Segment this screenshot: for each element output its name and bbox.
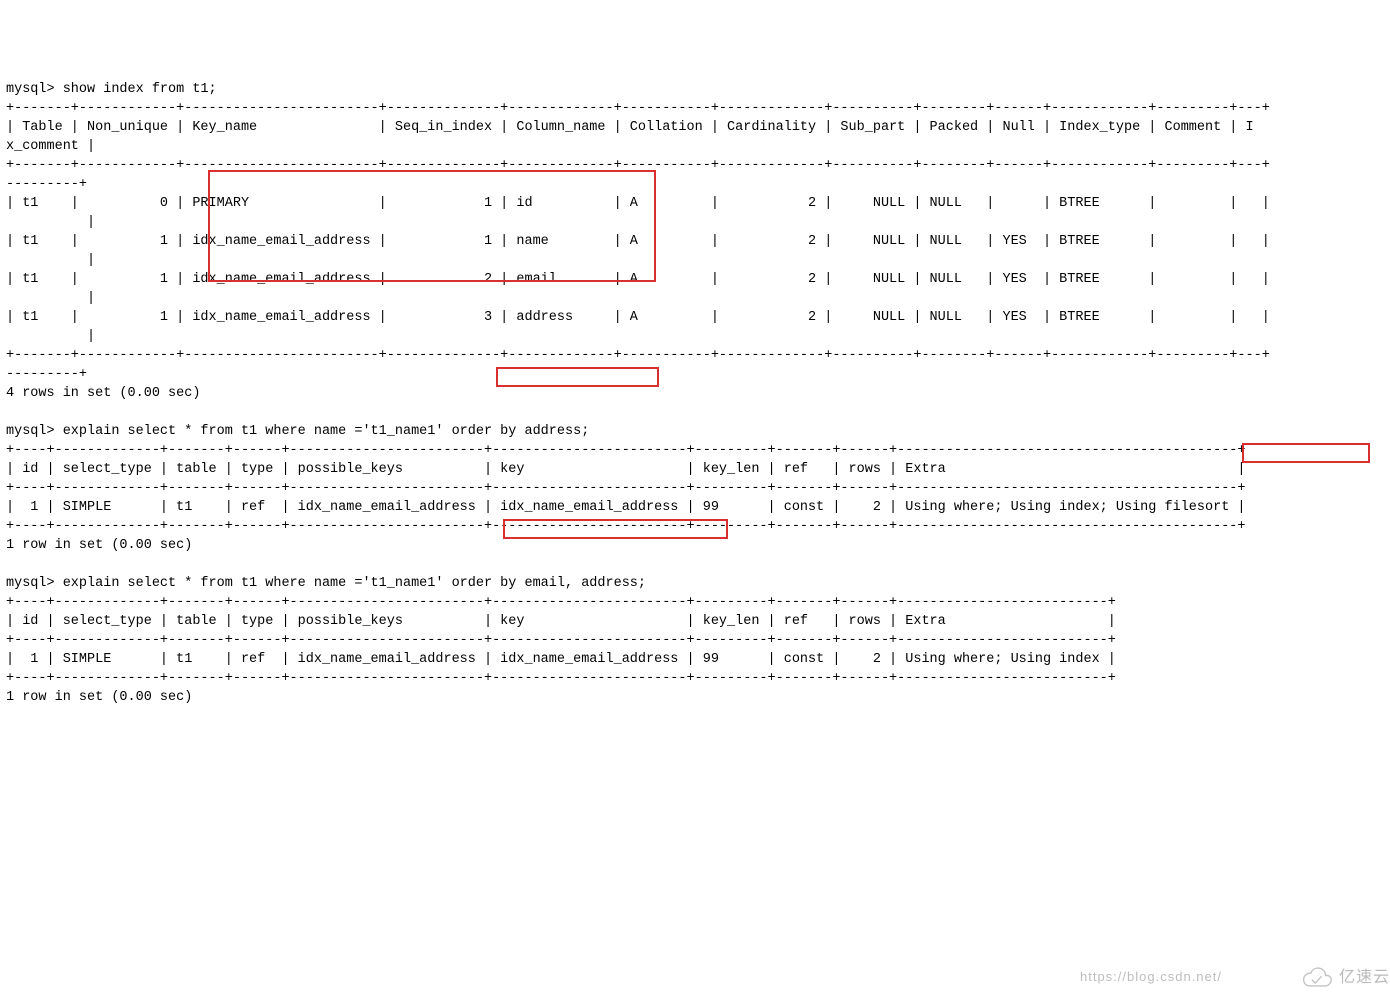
- faint-url-watermark: https://blog.csdn.net/: [1080, 967, 1222, 986]
- watermark-text: 亿速云: [1339, 968, 1390, 987]
- terminal-output: mysql> show index from t1; +-------+----…: [6, 80, 1390, 707]
- watermark: 亿速云: [1299, 966, 1390, 988]
- cloud-icon: [1299, 966, 1333, 988]
